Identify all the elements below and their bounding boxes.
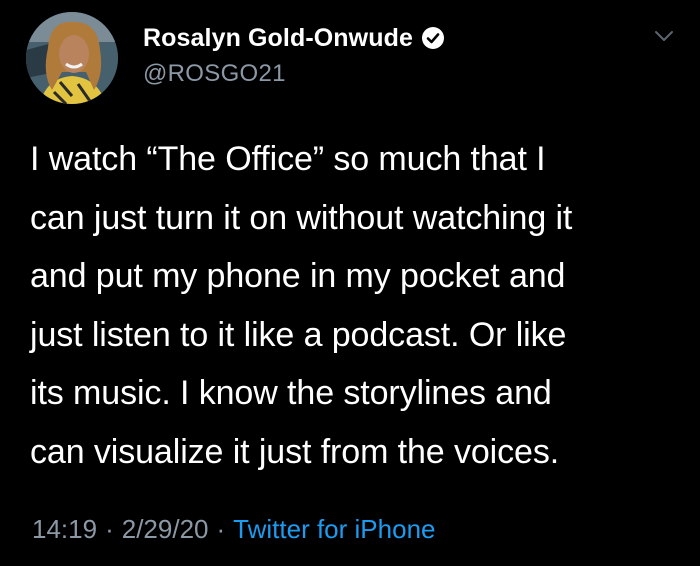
chevron-down-icon[interactable] <box>652 26 676 46</box>
tweet-source-link[interactable]: Twitter for iPhone <box>233 514 435 545</box>
avatar-image <box>26 12 118 104</box>
tweet-text: I watch “The Office” so much that I can … <box>30 130 690 481</box>
tweet-text-line: I watch “The Office” so much that I <box>30 140 546 178</box>
author-handle[interactable]: @ROSGO21 <box>143 60 286 88</box>
tweet-card: Rosalyn Gold-Onwude @ROSGO21 I watch “Th… <box>0 0 700 566</box>
tweet-time[interactable]: 14:19 <box>32 514 97 545</box>
meta-separator: · <box>105 514 114 544</box>
tweet-text-line: its music. I know the storylines and <box>30 374 552 412</box>
meta-separator: · <box>216 514 226 544</box>
tweet-text-line: can visualize it just from the voices. <box>30 432 560 471</box>
verified-badge-icon <box>421 26 445 50</box>
tweet-text-line: and put my phone in my pocket and <box>30 257 566 295</box>
tweet-text-line: can just turn it on without watching it <box>30 198 573 237</box>
tweet-text-line: just listen to it like a podcast. Or lik… <box>30 315 567 354</box>
tweet-date[interactable]: 2/29/20 <box>122 514 209 545</box>
avatar[interactable] <box>26 12 118 104</box>
display-name[interactable]: Rosalyn Gold-Onwude <box>143 24 413 53</box>
author-name-row: Rosalyn Gold-Onwude <box>143 22 445 54</box>
tweet-meta: 14:19 · 2/29/20 · Twitter for iPhone <box>32 514 435 545</box>
